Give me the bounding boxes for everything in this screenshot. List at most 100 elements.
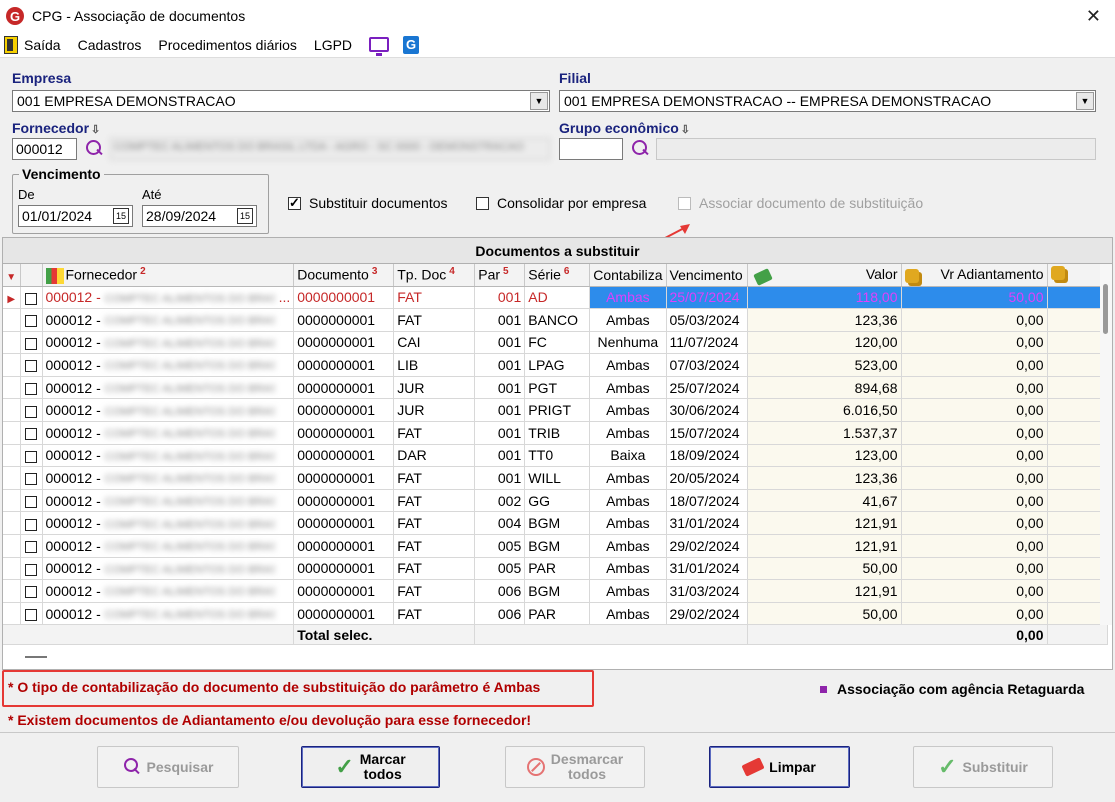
row-checkbox-cell[interactable] <box>20 353 43 377</box>
col-tpdoc[interactable]: Tp. Doc 4 <box>393 264 476 287</box>
horizontal-scroll-thumb[interactable] <box>25 656 47 658</box>
row-checkbox-cell[interactable] <box>20 421 43 445</box>
cell-vencimento: 30/06/2024 <box>666 398 748 423</box>
cell-contabiliza: Ambas <box>589 398 667 423</box>
total-label: Total selec. <box>293 624 476 646</box>
close-icon[interactable]: ✕ <box>1086 6 1101 27</box>
table-row[interactable]: 000012 - COMPTEC ALIMENTOS DO BRASIL LTD… <box>3 353 1108 377</box>
row-checkbox[interactable] <box>25 563 37 576</box>
search-icon[interactable] <box>84 139 104 159</box>
date-to-input[interactable]: 28/09/2024 15 <box>142 205 257 227</box>
table-row[interactable]: 000012 - COMPTEC ALIMENTOS DO BRASIL LTD… <box>3 602 1108 626</box>
row-checkbox[interactable] <box>25 382 37 395</box>
fornecedor-name-blurred: COMPTEC ALIMENTOS DO BRASIL LTDA - AGRO … <box>104 382 275 395</box>
fornecedor-name-blurred: COMPTEC ALIMENTOS DO BRASIL LTDA - AGRO … <box>104 337 275 350</box>
substituir-button[interactable]: ✓ Substituir <box>913 746 1053 788</box>
marcar-todos-button[interactable]: ✓ Marcar todos <box>301 746 440 788</box>
col-vr-adiantamento[interactable]: Vr Adiantamento <box>901 264 1048 287</box>
table-row[interactable]: 000012 - COMPTEC ALIMENTOS DO BRASIL LTD… <box>3 421 1108 445</box>
table-row[interactable]: 000012 - COMPTEC ALIMENTOS DO BRASIL LTD… <box>3 579 1108 603</box>
calendar-icon[interactable]: 15 <box>113 208 129 224</box>
scroll-thumb[interactable] <box>1103 284 1108 334</box>
desmarcar-todos-button[interactable]: Desmarcar todos <box>505 746 645 788</box>
cell-par: 001 <box>474 444 526 468</box>
chevron-down-icon[interactable]: ▼ <box>1076 92 1094 110</box>
vertical-scrollbar[interactable] <box>1100 264 1112 625</box>
checkbox-box[interactable] <box>288 195 301 211</box>
date-from-input[interactable]: 01/01/2024 15 <box>18 205 133 227</box>
checkbox-box[interactable] <box>476 196 489 210</box>
row-checkbox[interactable] <box>25 541 37 554</box>
chevron-down-icon[interactable]: ▼ <box>530 92 548 110</box>
cell-extra <box>1047 444 1108 468</box>
row-checkbox[interactable] <box>25 292 37 305</box>
row-checkbox-cell[interactable] <box>20 331 43 355</box>
row-checkbox-cell[interactable] <box>20 308 43 332</box>
row-checkbox[interactable] <box>25 428 37 441</box>
row-checkbox[interactable] <box>25 450 37 463</box>
row-checkbox-cell[interactable] <box>20 398 43 423</box>
table-row[interactable]: 000012 - COMPTEC ALIMENTOS DO BRASIL LTD… <box>3 489 1108 513</box>
cell-par: 005 <box>474 557 526 581</box>
row-checkbox-cell[interactable] <box>20 579 43 603</box>
calendar-icon[interactable]: 15 <box>237 208 253 224</box>
table-row[interactable]: 000012 - COMPTEC ALIMENTOS DO BRASIL LTD… <box>3 331 1108 355</box>
row-checkbox[interactable] <box>25 360 37 373</box>
table-row[interactable]: 000012 - COMPTEC ALIMENTOS DO BRASIL LTD… <box>3 444 1108 468</box>
table-row[interactable]: 000012 - COMPTEC ALIMENTOS DO BRASIL LTD… <box>3 557 1108 581</box>
table-row[interactable]: 000012 - COMPTEC ALIMENTOS DO BRASIL LTD… <box>3 376 1108 400</box>
row-checkbox-cell[interactable] <box>20 511 43 536</box>
consolidar-checkbox[interactable]: Consolidar por empresa <box>476 195 646 211</box>
empresa-select[interactable]: 001 EMPRESA DEMONSTRACAO ▼ <box>12 90 550 112</box>
row-checkbox-cell[interactable] <box>20 376 43 400</box>
search-icon[interactable] <box>630 139 650 159</box>
row-checkbox[interactable] <box>25 473 37 486</box>
desmarcar-label-line1: Desmarcar <box>550 751 624 767</box>
fornecedor-code-input[interactable]: 000012 <box>12 138 77 160</box>
col-serie[interactable]: Série 6 <box>524 264 591 287</box>
filial-select[interactable]: 001 EMPRESA DEMONSTRACAO -- EMPRESA DEMO… <box>559 90 1096 112</box>
pin-icon: ⇩ <box>91 124 101 136</box>
row-checkbox-cell[interactable] <box>20 286 43 310</box>
table-row[interactable]: 000012 - COMPTEC ALIMENTOS DO BRASIL LTD… <box>3 511 1108 536</box>
row-checkbox-cell[interactable] <box>20 466 43 490</box>
sort-indicator-icon[interactable]: ▼ <box>3 264 21 287</box>
row-checkbox[interactable] <box>25 405 37 418</box>
exit-door-icon[interactable] <box>4 35 18 54</box>
cell-vencimento: 25/07/2024 <box>666 376 748 400</box>
note-contabilizacao: * O tipo de contabilização do documento … <box>8 679 541 695</box>
g-brand-icon[interactable]: G <box>403 35 420 54</box>
row-checkbox[interactable] <box>25 495 37 508</box>
menu-lgpd[interactable]: LGPD <box>314 37 352 53</box>
limpar-button[interactable]: Limpar <box>709 746 850 788</box>
row-checkbox-cell[interactable] <box>20 534 43 558</box>
col-valor[interactable]: Valor <box>747 264 902 287</box>
row-checkbox-cell[interactable] <box>20 444 43 468</box>
col-vencimento[interactable]: Vencimento <box>666 264 748 287</box>
col-fornecedor[interactable]: Fornecedor 2 <box>42 264 295 287</box>
grupo-code-input[interactable] <box>559 138 623 160</box>
row-checkbox-cell[interactable] <box>20 557 43 581</box>
row-checkbox[interactable] <box>25 337 37 350</box>
table-row[interactable]: 000012 - COMPTEC ALIMENTOS DO BRASIL LTD… <box>3 466 1108 490</box>
monitor-icon[interactable] <box>369 37 390 56</box>
table-row[interactable]: 000012 - COMPTEC ALIMENTOS DO BRASIL LTD… <box>3 398 1108 423</box>
col-contabiliza[interactable]: Contabiliza <box>589 264 667 287</box>
table-row[interactable]: ▶ 000012 - COMPTEC ALIMENTOS DO BRASIL LT… <box>3 286 1108 310</box>
substituir-checkbox[interactable]: Substituir documentos <box>288 195 448 211</box>
fornecedor-name-field: COMPTEC ALIMENTOS DO BRASIL LTDA - AGRO … <box>110 138 550 160</box>
col-documento[interactable]: Documento 3 <box>293 264 395 287</box>
menu-cadastros[interactable]: Cadastros <box>78 37 142 53</box>
col-par[interactable]: Par 5 <box>474 264 526 287</box>
row-checkbox-cell[interactable] <box>20 602 43 626</box>
table-row[interactable]: 000012 - COMPTEC ALIMENTOS DO BRASIL LTD… <box>3 534 1108 558</box>
row-checkbox[interactable] <box>25 608 37 621</box>
row-checkbox-cell[interactable] <box>20 489 43 513</box>
row-checkbox[interactable] <box>25 586 37 599</box>
menu-procedimentos-diarios[interactable]: Procedimentos diários <box>158 37 297 53</box>
menu-saida[interactable]: Saída <box>24 37 61 53</box>
table-row[interactable]: 000012 - COMPTEC ALIMENTOS DO BRASIL LTD… <box>3 308 1108 332</box>
pesquisar-button[interactable]: Pesquisar <box>97 746 239 788</box>
row-checkbox[interactable] <box>25 518 37 531</box>
row-checkbox[interactable] <box>25 315 37 328</box>
